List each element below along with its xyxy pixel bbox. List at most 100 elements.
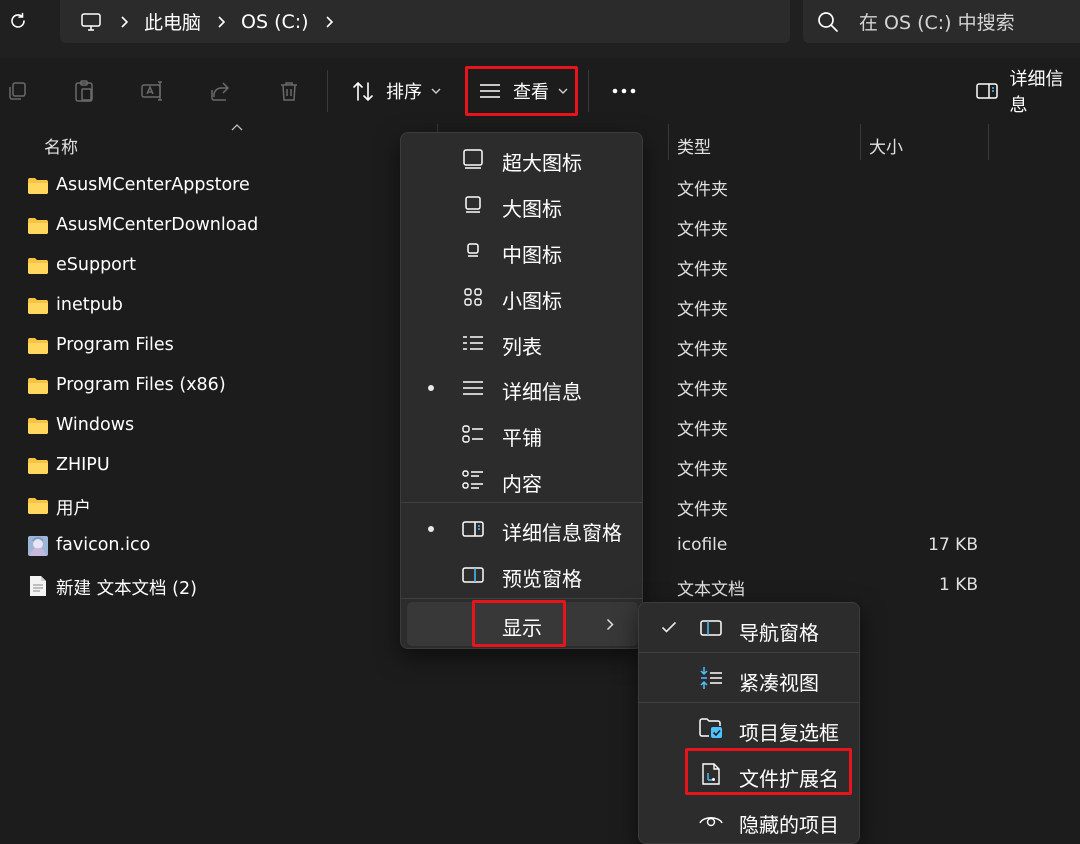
delete-icon[interactable] <box>276 78 302 104</box>
menu-item-label: 内容 <box>502 472 542 496</box>
paste-icon[interactable] <box>71 78 97 104</box>
refresh-icon[interactable] <box>6 8 30 34</box>
file-type: 文件夹 <box>677 460 728 480</box>
menu-item-hidden-items[interactable]: 隐藏的项目 <box>639 797 859 843</box>
menu-item-label: 超大图标 <box>502 151 582 175</box>
file-name: ZHIPU <box>56 455 110 475</box>
column-divider[interactable] <box>860 124 861 160</box>
menu-item-content[interactable]: 内容 <box>401 458 644 502</box>
hidden-items-icon <box>699 808 723 832</box>
more-options-icon[interactable] <box>610 78 638 104</box>
menu-divider <box>401 502 642 503</box>
breadcrumb-this-pc[interactable]: 此电脑 <box>144 8 201 35</box>
column-divider[interactable] <box>988 124 989 160</box>
file-name: AsusMCenterAppstore <box>56 175 250 195</box>
details-icon <box>461 376 485 400</box>
file-type: 文件夹 <box>677 340 728 360</box>
menu-item-label: 项目复选框 <box>739 721 839 745</box>
file-type: 文件夹 <box>677 260 728 280</box>
menu-divider <box>639 652 859 653</box>
menu-item-small-icons[interactable]: 小图标 <box>401 275 644 319</box>
menu-item-label: 预览窗格 <box>502 567 582 591</box>
selected-bullet <box>428 385 434 391</box>
folder-icon <box>27 495 49 517</box>
column-header-type[interactable]: 类型 <box>677 133 711 158</box>
menu-item-large-icons[interactable]: 大图标 <box>401 183 644 227</box>
show-highlight-box <box>472 600 566 647</box>
rename-icon[interactable] <box>139 78 165 104</box>
copy-icon[interactable] <box>4 78 30 104</box>
menu-item-tiles[interactable]: 平铺 <box>401 412 644 456</box>
menu-item-label: 详细信息 <box>502 380 582 404</box>
file-name: Windows <box>56 415 135 435</box>
file-type: icofile <box>677 535 728 555</box>
folder-icon <box>27 175 49 197</box>
chevron-right-icon[interactable] <box>319 12 339 32</box>
file-name: 用户 <box>56 499 91 519</box>
file-extension-highlight-box <box>685 748 852 795</box>
selected-bullet <box>428 526 434 532</box>
folder-icon <box>27 335 49 357</box>
folder-icon <box>27 215 49 237</box>
image-icon <box>27 535 49 557</box>
share-icon[interactable] <box>207 78 233 104</box>
folder-icon <box>27 455 49 477</box>
file-name: 新建 文本文档 (2) <box>56 579 197 599</box>
menu-item-navigation-pane[interactable]: 导航窗格 <box>639 605 859 651</box>
small-icons-icon <box>461 285 485 309</box>
menu-item-details-pane[interactable]: 详细信息窗格 <box>401 507 644 551</box>
details-pane-label: 详细信息 <box>1009 69 1064 116</box>
file-type: 文件夹 <box>677 380 728 400</box>
column-header-size[interactable]: 大小 <box>869 133 903 158</box>
view-menu: 超大图标 大图标 中图标 小图标 列表 详细信息 平铺 内容 详细信息窗格 预览… <box>400 132 643 649</box>
compact-view-icon <box>699 666 723 690</box>
details-pane-button[interactable]: 详细信息 <box>974 69 1080 116</box>
menu-item-extra-large-icons[interactable]: 超大图标 <box>401 137 644 181</box>
details-pane-icon <box>461 517 485 541</box>
toolbar-divider <box>588 70 589 112</box>
sort-button[interactable]: 排序 <box>350 72 442 110</box>
menu-item-medium-icons[interactable]: 中图标 <box>401 229 644 273</box>
menu-item-label: 列表 <box>502 335 542 359</box>
file-name: Program Files (x86) <box>56 375 226 395</box>
column-divider[interactable] <box>668 124 669 160</box>
chevron-right-icon[interactable] <box>211 12 231 32</box>
search-input[interactable]: 在 OS (C:) 中搜索 <box>803 0 1080 43</box>
file-type: 文件夹 <box>677 300 728 320</box>
item-checkbox-icon <box>699 716 723 740</box>
file-name: inetpub <box>56 295 123 315</box>
details-pane-icon <box>974 78 999 104</box>
address-bar: 此电脑 OS (C:) 在 OS (C:) 中搜索 <box>0 0 1080 58</box>
menu-item-preview-pane[interactable]: 预览窗格 <box>401 553 644 597</box>
list-icon <box>461 331 485 355</box>
menu-item-list[interactable]: 列表 <box>401 321 644 365</box>
menu-item-label: 大图标 <box>502 197 562 221</box>
file-name: eSupport <box>56 255 136 275</box>
tiles-icon <box>461 422 485 446</box>
content-icon <box>461 468 485 492</box>
command-bar: 排序 查看 详细信息 <box>0 58 1080 124</box>
file-size: 17 KB <box>928 535 978 555</box>
folder-icon <box>27 415 49 437</box>
view-highlight-box <box>465 66 578 116</box>
menu-item-details[interactable]: 详细信息 <box>401 366 644 410</box>
menu-item-label: 隐藏的项目 <box>739 813 839 837</box>
file-type: 文本文档 <box>677 580 745 600</box>
menu-item-label: 小图标 <box>502 289 562 313</box>
column-header-name[interactable]: 名称 <box>44 133 78 158</box>
sort-icon <box>350 78 376 104</box>
folder-icon <box>27 255 49 277</box>
chevron-right-icon[interactable] <box>114 12 134 32</box>
menu-item-label: 中图标 <box>502 243 562 267</box>
menu-item-item-checkboxes[interactable]: 项目复选框 <box>639 705 859 751</box>
menu-item-label: 紧凑视图 <box>739 671 819 695</box>
breadcrumb[interactable]: 此电脑 OS (C:) <box>60 0 790 43</box>
breadcrumb-drive[interactable]: OS (C:) <box>241 11 309 33</box>
sort-ascending-icon <box>230 122 244 132</box>
menu-item-compact-view[interactable]: 紧凑视图 <box>639 655 859 701</box>
file-name: favicon.ico <box>56 535 151 555</box>
show-submenu: 导航窗格 紧凑视图 项目复选框 文件扩展名 隐藏的项目 <box>638 602 860 844</box>
file-name: Program Files <box>56 335 174 355</box>
this-pc-icon[interactable] <box>78 10 104 34</box>
file-name: AsusMCenterDownload <box>56 215 259 235</box>
